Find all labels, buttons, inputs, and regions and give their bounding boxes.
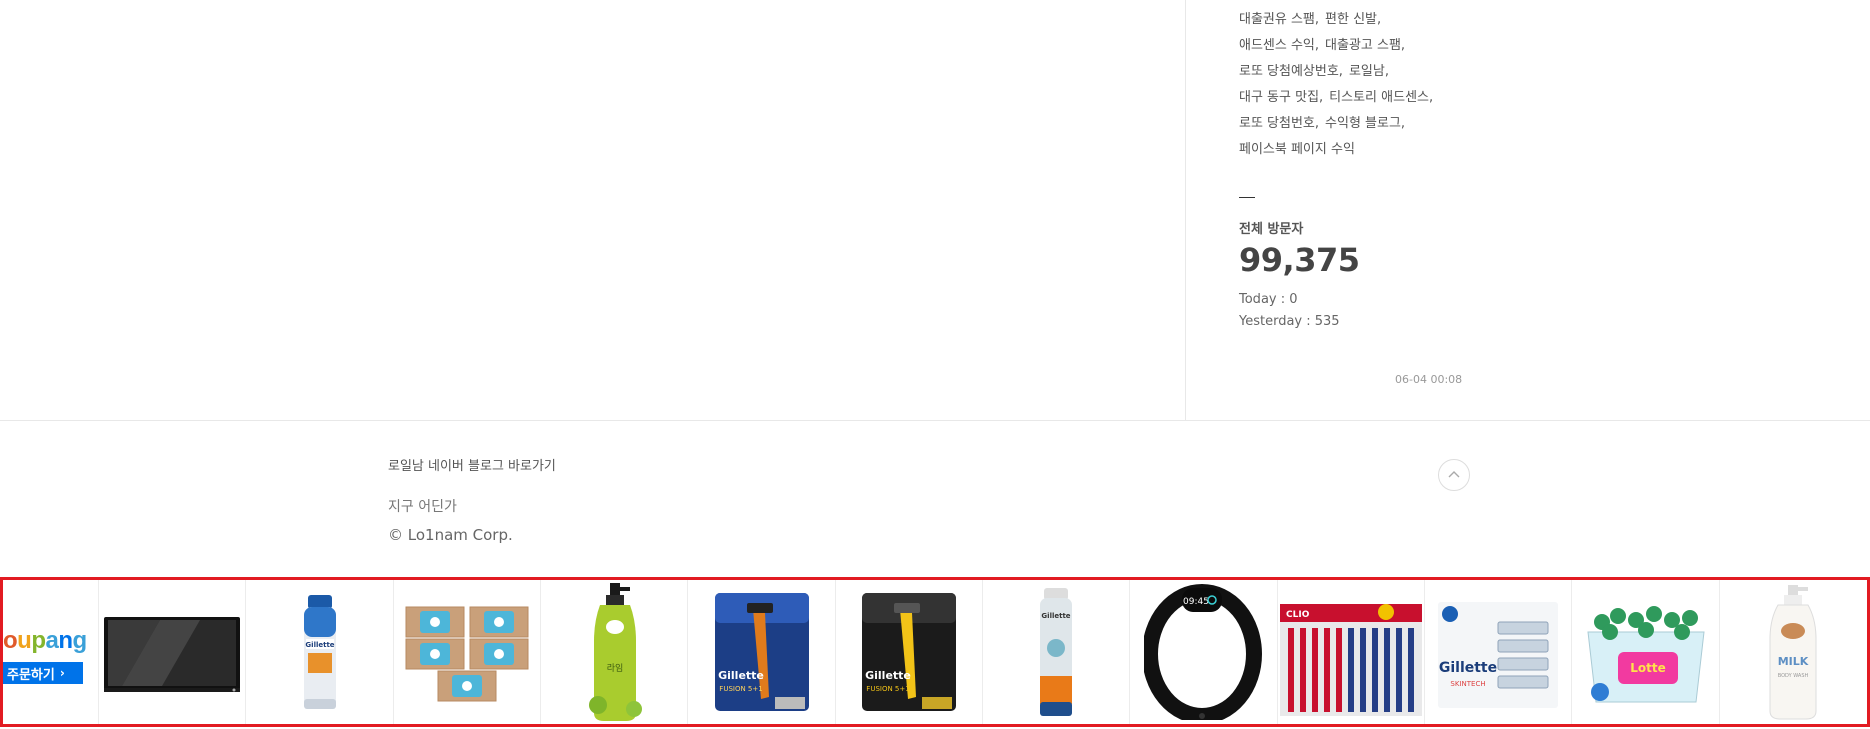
- column-divider: [1185, 0, 1186, 420]
- svg-text:FUSION 5+1: FUSION 5+1: [719, 685, 762, 693]
- svg-text:Gillette: Gillette: [1439, 660, 1497, 676]
- lotte-gum-image: Lotte: [1586, 606, 1705, 703]
- shave-gel-image: Gillette: [303, 595, 336, 709]
- gillette-foam-image: Gillette: [1040, 588, 1073, 716]
- tag-link[interactable]: 로또 당첨예상번호,: [1239, 64, 1343, 79]
- footer-divider: [0, 420, 1870, 421]
- soap-pack-image: [405, 606, 529, 702]
- tag-line: 로또 당첨예상번호, 로일남,: [1239, 59, 1459, 85]
- product-shave-gel[interactable]: Gillette: [246, 580, 394, 724]
- svg-text:라임: 라임: [607, 662, 624, 674]
- tag-link[interactable]: 로또 당첨번호,: [1239, 116, 1319, 131]
- svg-text:MILK: MILK: [1778, 655, 1809, 668]
- product-gillette-skintech[interactable]: Gillette SKINTECH: [1425, 580, 1573, 724]
- tag-link[interactable]: 대출광고 스팸,: [1325, 38, 1405, 53]
- fitness-band-image: 09:45: [1143, 584, 1262, 720]
- footer: 로일남 네이버 블로그 바로가기 지구 어딘가 © Lo1nam Corp.: [388, 455, 1488, 544]
- scroll-top-button[interactable]: [1438, 459, 1470, 491]
- svg-text:Gillette: Gillette: [718, 669, 764, 682]
- gillette-fusion-image: Gillette FUSION 5+1: [714, 593, 809, 711]
- tag-link[interactable]: 페이스북 페이지 수익: [1239, 142, 1355, 157]
- order-button[interactable]: 주문하기 ›: [3, 662, 83, 684]
- timestamp: 06-04 00:08: [1395, 373, 1463, 386]
- tag-line: 로또 당첨번호, 수익형 블로그,: [1239, 111, 1459, 137]
- lime-body-wash-image: 라임: [589, 583, 643, 721]
- coupang-logo: oupang: [3, 627, 87, 654]
- tag-link[interactable]: 애드센스 수익,: [1239, 38, 1319, 53]
- tag-link[interactable]: 대출권유 스팸,: [1239, 12, 1319, 27]
- svg-text:09:45: 09:45: [1183, 597, 1209, 607]
- product-fitness-band[interactable]: 09:45: [1130, 580, 1278, 724]
- product-clio-toothbrush[interactable]: CLIO: [1278, 580, 1426, 724]
- footer-address: 지구 어딘가: [388, 499, 457, 515]
- tag-link[interactable]: 대구 동구 맛집,: [1239, 90, 1323, 105]
- sidebar: 대출권유 스팸, 편한 신발, 애드센스 수익, 대출광고 스팸, 로또 당첨예상번…: [1239, 0, 1459, 333]
- svg-text:SKINTECH: SKINTECH: [1451, 680, 1486, 688]
- svg-text:Lotte: Lotte: [1630, 661, 1666, 675]
- product-lime-body-wash[interactable]: 라임: [541, 580, 689, 724]
- visitor-title: 전체 방문자: [1239, 222, 1304, 237]
- product-milk-body-wash[interactable]: MILK BODY WASH: [1720, 580, 1867, 724]
- svg-text:Gillette: Gillette: [305, 641, 334, 649]
- gillette-proshield-image: Gillette FUSION 5+1: [861, 593, 956, 711]
- visitor-yesterday: Yesterday : 535: [1239, 314, 1340, 329]
- product-monitor[interactable]: [99, 580, 247, 724]
- chevron-right-icon: ›: [59, 666, 65, 680]
- tag-link[interactable]: 로일남,: [1349, 64, 1389, 79]
- visitor-total: 99,375: [1239, 241, 1360, 279]
- milk-body-wash-image: MILK BODY WASH: [1769, 585, 1817, 720]
- tag-link[interactable]: 수익형 블로그,: [1325, 116, 1405, 131]
- clio-toothbrush-image: CLIO: [1279, 604, 1422, 716]
- svg-text:CLIO: CLIO: [1286, 610, 1310, 620]
- gillette-skintech-image: Gillette SKINTECH: [1438, 602, 1559, 708]
- naver-blog-link[interactable]: 로일남 네이버 블로그 바로가기: [388, 455, 556, 474]
- coupang-logo-cell[interactable]: oupang 주문하기 ›: [3, 580, 100, 724]
- section-rule: [1239, 197, 1255, 198]
- tag-link[interactable]: 티스토리 애드센스,: [1329, 90, 1433, 105]
- svg-text:Gillette: Gillette: [1042, 612, 1071, 620]
- tag-cloud: 대출권유 스팸, 편한 신발, 애드센스 수익, 대출광고 스팸, 로또 당첨예상번…: [1239, 7, 1459, 163]
- tag-line: 페이스북 페이지 수익: [1239, 137, 1459, 163]
- tag-line: 대구 동구 맛집, 티스토리 애드센스,: [1239, 85, 1459, 111]
- main-content: 대출권유 스팸, 편한 신발, 애드센스 수익, 대출광고 스팸, 로또 당첨예상번…: [0, 0, 1870, 420]
- product-soap-pack[interactable]: [394, 580, 542, 724]
- order-button-label: 주문하기: [7, 667, 55, 683]
- chevron-up-icon: [1448, 471, 1460, 478]
- product-gillette-foam[interactable]: Gillette: [983, 580, 1131, 724]
- svg-text:Gillette: Gillette: [865, 669, 911, 682]
- svg-text:FUSION 5+1: FUSION 5+1: [866, 685, 909, 693]
- product-lotte-gum[interactable]: Lotte: [1572, 580, 1720, 724]
- footer-copyright: © Lo1nam Corp.: [388, 526, 513, 544]
- svg-text:BODY WASH: BODY WASH: [1778, 673, 1809, 679]
- monitor-image: [104, 617, 241, 692]
- tag-link[interactable]: 편한 신발,: [1325, 12, 1381, 27]
- tag-line: 애드센스 수익, 대출광고 스팸,: [1239, 33, 1459, 59]
- visitor-today: Today : 0: [1239, 292, 1298, 307]
- coupang-ad-banner[interactable]: oupang 주문하기 › Gillette 라임 Gillette FUSIO…: [0, 577, 1870, 727]
- product-gillette-proshield[interactable]: Gillette FUSION 5+1: [836, 580, 984, 724]
- product-gillette-fusion[interactable]: Gillette FUSION 5+1: [688, 580, 836, 724]
- tag-line: 대출권유 스팸, 편한 신발,: [1239, 7, 1459, 33]
